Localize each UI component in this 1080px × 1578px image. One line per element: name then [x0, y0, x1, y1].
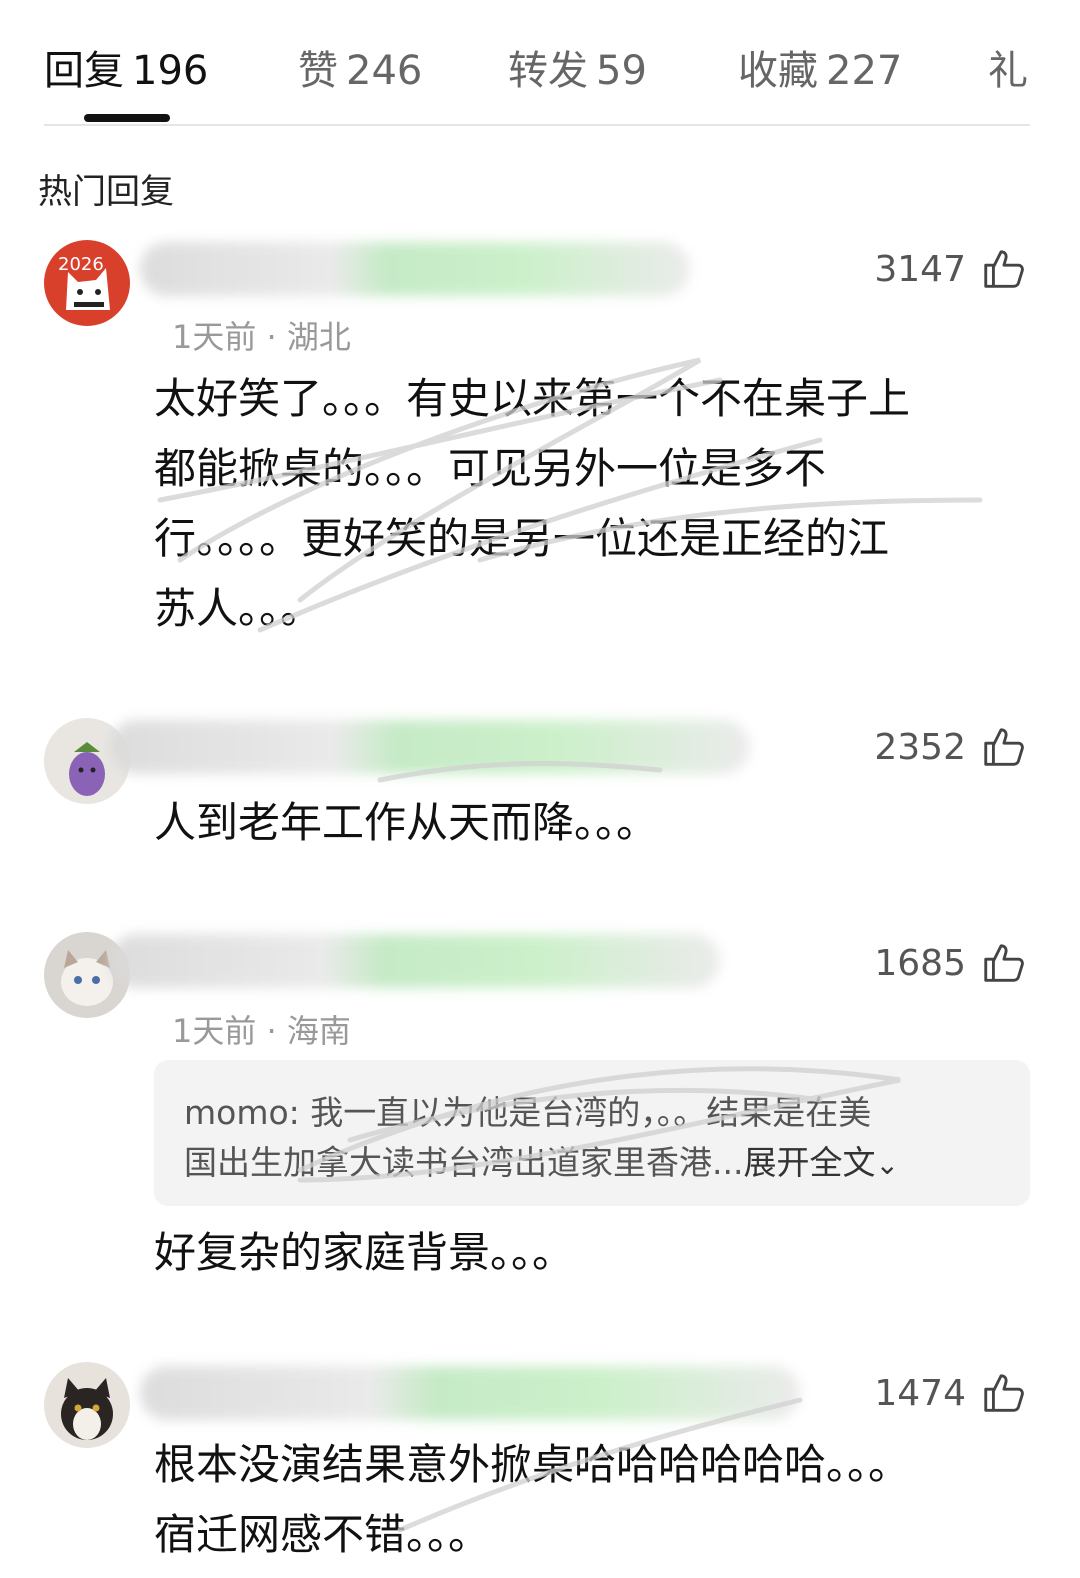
thumbs-up-icon — [984, 728, 1024, 766]
quoted-reply-line: momo: 我一直以为他是台湾的，。。结果是在美 — [184, 1093, 872, 1132]
comment-line: 宿迁网感不错。。。 — [154, 1510, 491, 1559]
comment-text: 好复杂的家庭背景。。。 — [154, 1218, 1034, 1288]
comment-meta: 1天前 · 湖北 — [172, 318, 351, 356]
comment-line: 太好笑了。。。有史以来第一个不在桌子上 — [154, 374, 911, 423]
active-tab-indicator — [84, 114, 170, 122]
tab-gifts-label: 礼 — [988, 48, 1028, 94]
section-title: 热门回复 — [38, 172, 174, 212]
tab-favorites[interactable]: 收藏 227 — [738, 38, 902, 96]
username-blurred[interactable] — [140, 1366, 800, 1420]
thumbs-up-icon — [984, 250, 1024, 288]
like-button[interactable]: 3147 — [874, 246, 1026, 292]
comment-line: 苏人。。。 — [154, 584, 323, 633]
avatar-black-cat-image — [44, 1362, 130, 1448]
like-count: 1474 — [874, 1372, 966, 1414]
like-count: 3147 — [874, 248, 966, 290]
quoted-reply-line-2: 国出生加拿大读书台湾出道家里香港...展开全文⌄ — [184, 1138, 1002, 1190]
thumbs-up-icon — [984, 1374, 1024, 1412]
like-count: 2352 — [874, 726, 966, 768]
like-button[interactable]: 1685 — [874, 940, 1026, 986]
tab-likes-label: 赞 — [298, 48, 338, 94]
tab-replies-label: 回复 — [44, 48, 124, 94]
username-blurred[interactable] — [140, 242, 690, 296]
comment-line: 好复杂的家庭背景。。。 — [154, 1228, 575, 1277]
tab-reposts[interactable]: 转发 59 — [508, 38, 647, 96]
avatar-cat-red-image: 2026 — [44, 240, 130, 326]
tab-bar: 回复 196 赞 246 转发 59 收藏 227 礼 — [0, 0, 1080, 126]
quoted-reply[interactable]: momo: 我一直以为他是台湾的，。。结果是在美 国出生加拿大读书台湾出道家里香… — [154, 1060, 1030, 1206]
quoted-reply-text: 国出生加拿大读书台湾出道家里香港... — [184, 1143, 744, 1182]
expand-full-text-link[interactable]: 展开全文 — [743, 1143, 875, 1182]
tab-reposts-count: 59 — [596, 48, 647, 94]
username-blurred[interactable] — [110, 934, 720, 988]
tab-likes-count: 246 — [346, 48, 423, 94]
like-button[interactable]: 2352 — [874, 724, 1026, 770]
comment-line: 根本没演结果意外掀桌哈哈哈哈哈哈。。。 — [154, 1440, 911, 1489]
chevron-down-icon: ⌄ — [875, 1148, 899, 1181]
tab-gifts[interactable]: 礼 — [988, 38, 1028, 96]
avatar[interactable] — [44, 1362, 130, 1448]
like-button[interactable]: 1474 — [874, 1370, 1026, 1416]
tab-favorites-label: 收藏 — [738, 48, 818, 94]
svg-text:2026: 2026 — [58, 254, 104, 275]
comment-line: 行。。。。更好笑的是另一位还是正经的江 — [154, 514, 890, 563]
username-blurred[interactable] — [110, 720, 750, 774]
like-count: 1685 — [874, 942, 966, 984]
comment-text: 根本没演结果意外掀桌哈哈哈哈哈哈。。。 宿迁网感不错。。。 — [154, 1430, 1034, 1570]
comment-text: 太好笑了。。。有史以来第一个不在桌子上 都能掀桌的。。。可见另外一位是多不 行。… — [154, 364, 1034, 644]
thumbs-up-icon — [984, 944, 1024, 982]
avatar[interactable]: 2026 — [44, 240, 130, 326]
tab-replies-count: 196 — [132, 48, 209, 94]
comment-line: 都能掀桌的。。。可见另外一位是多不 — [154, 444, 827, 493]
comment-line: 人到老年工作从天而降。。。 — [154, 798, 659, 847]
tab-divider — [44, 124, 1030, 126]
comment-meta: 1天前 · 海南 — [172, 1012, 351, 1050]
comment-text: 人到老年工作从天而降。。。 — [154, 788, 1034, 858]
tab-reposts-label: 转发 — [508, 48, 588, 94]
tab-likes[interactable]: 赞 246 — [298, 38, 422, 96]
tab-favorites-count: 227 — [826, 48, 903, 94]
tab-replies[interactable]: 回复 196 — [44, 38, 208, 96]
